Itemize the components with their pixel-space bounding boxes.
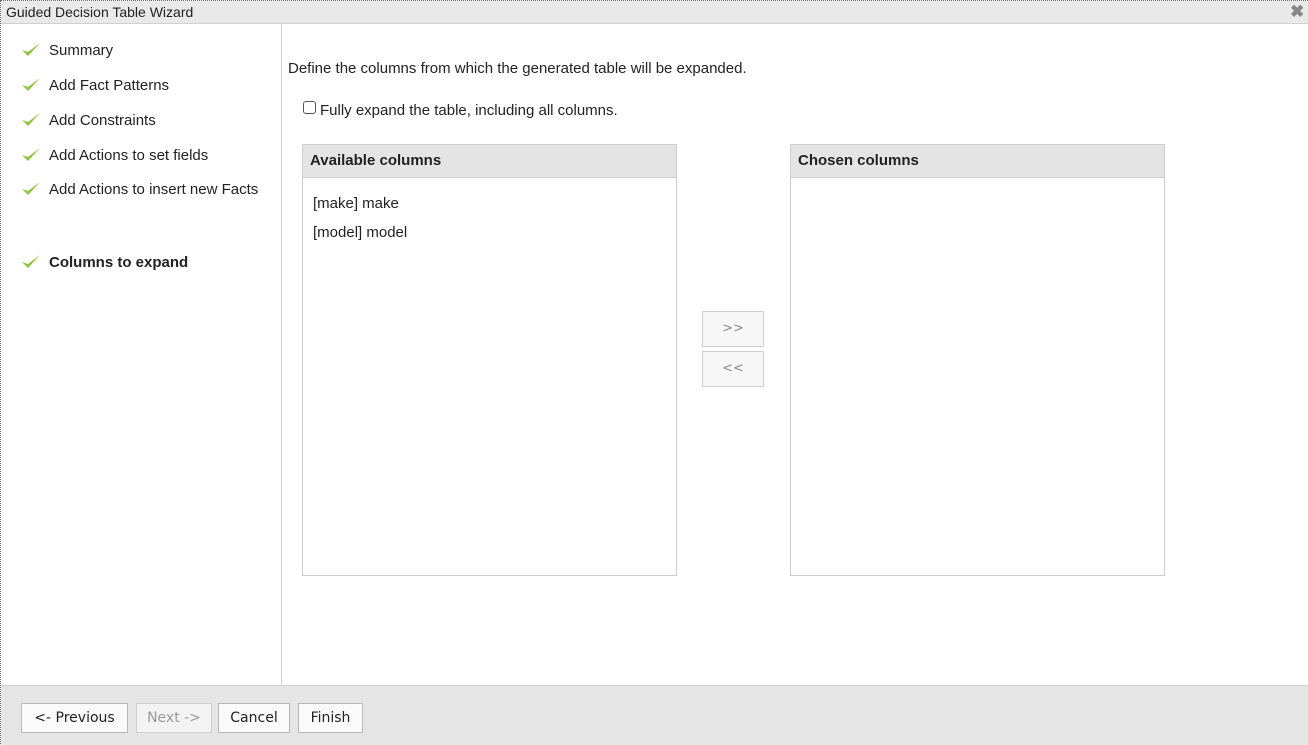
close-icon[interactable]: ✖ xyxy=(1290,2,1308,22)
step-label: Columns to expand xyxy=(49,254,189,271)
chosen-columns-panel: Chosen columns xyxy=(790,144,1165,576)
wizard-steps: Summary Add Fact Patterns Add Constraint… xyxy=(1,24,282,685)
previous-button[interactable]: <- Previous xyxy=(21,703,128,733)
step-label: Summary xyxy=(49,42,114,59)
step-summary[interactable]: Summary xyxy=(20,38,270,63)
check-icon xyxy=(22,113,40,126)
chosen-columns-list[interactable] xyxy=(791,178,1164,200)
step-content: Define the columns from which the genera… xyxy=(283,24,1308,685)
check-icon xyxy=(22,182,40,195)
step-label: Add Actions to insert new Facts xyxy=(49,181,259,198)
step-label: Add Fact Patterns xyxy=(49,77,170,94)
finish-button[interactable]: Finish xyxy=(298,703,363,733)
add-column-button[interactable]: >> xyxy=(702,311,764,347)
chosen-columns-header: Chosen columns xyxy=(791,145,1164,178)
check-icon xyxy=(22,78,40,91)
wizard-footer: <- Previous Next -> Cancel Finish xyxy=(1,685,1308,745)
step-add-actions-set-fields[interactable]: Add Actions to set fields xyxy=(20,143,270,168)
step-add-constraints[interactable]: Add Constraints xyxy=(20,108,270,133)
fully-expand-label[interactable]: Fully expand the table, including all co… xyxy=(320,102,618,119)
title-bar: Guided Decision Table Wizard ✖ xyxy=(1,1,1308,24)
check-icon xyxy=(22,255,40,268)
intro-text: Define the columns from which the genera… xyxy=(288,60,747,77)
check-icon xyxy=(22,43,40,56)
cancel-button[interactable]: Cancel xyxy=(218,703,290,733)
step-add-fact-patterns[interactable]: Add Fact Patterns xyxy=(20,73,270,98)
list-item[interactable]: [model] model xyxy=(313,218,666,247)
remove-column-button[interactable]: << xyxy=(702,351,764,387)
available-columns-panel: Available columns [make] make [model] mo… xyxy=(302,144,677,576)
step-label: Add Actions to set fields xyxy=(49,147,209,164)
next-button[interactable]: Next -> xyxy=(136,703,212,733)
fully-expand-checkbox[interactable] xyxy=(303,101,316,114)
step-add-actions-insert-facts[interactable]: Add Actions to insert new Facts xyxy=(20,177,260,202)
list-item[interactable]: [make] make xyxy=(313,189,666,218)
available-columns-header: Available columns xyxy=(303,145,676,178)
check-icon xyxy=(22,148,40,161)
step-label: Add Constraints xyxy=(49,112,156,129)
available-columns-list[interactable]: [make] make [model] model xyxy=(303,178,676,258)
step-columns-to-expand[interactable]: Columns to expand xyxy=(20,250,270,275)
dialog-title: Guided Decision Table Wizard xyxy=(6,4,194,20)
wizard-dialog: Guided Decision Table Wizard ✖ Summary A… xyxy=(0,0,1308,745)
